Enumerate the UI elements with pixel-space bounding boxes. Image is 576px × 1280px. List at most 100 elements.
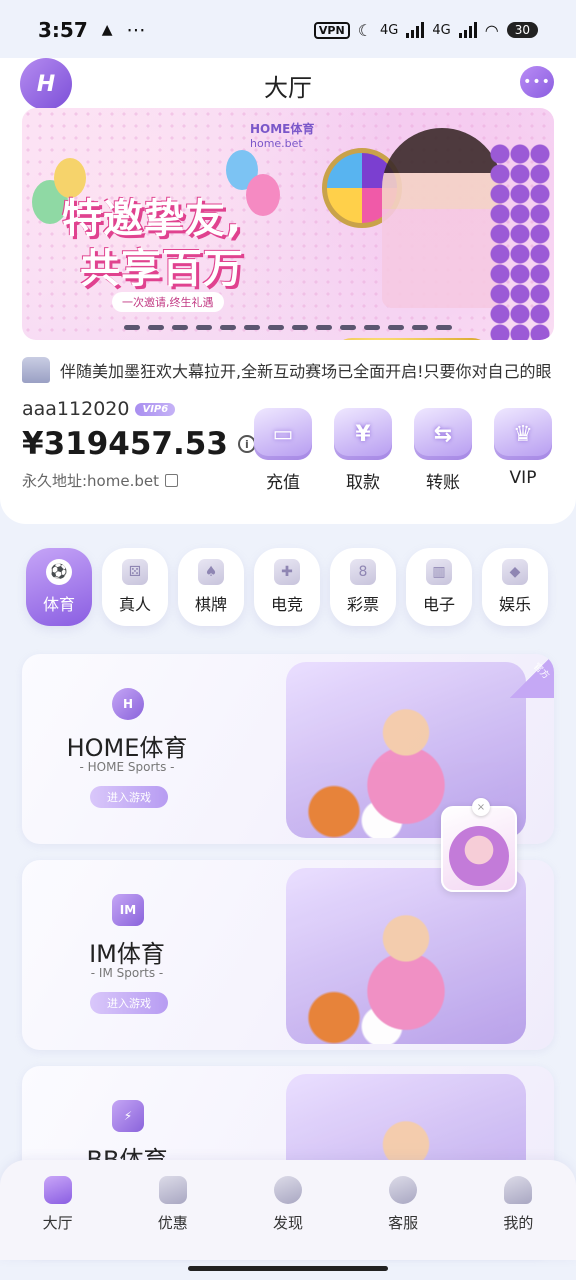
banner-pager[interactable]: [124, 325, 452, 330]
account-summary: aaa112020 VIP6 ¥319457.53 i 永久地址:home.be…: [22, 398, 256, 491]
tab-label: 娱乐: [498, 595, 531, 614]
battery-icon: 30: [506, 22, 538, 38]
tab-entertainment[interactable]: ◆ 娱乐: [482, 548, 548, 626]
vip-button[interactable]: ♛ VIP: [494, 408, 552, 493]
status-bar: 3:57 ▲ ⋯ VPN ☾ 4G 4G ◠ 30: [0, 0, 576, 60]
slot-machine-icon: ▥: [426, 559, 452, 585]
tab-lottery[interactable]: 8 彩票: [330, 548, 396, 626]
transfer-icon: ⇆: [414, 408, 472, 460]
deposit-button[interactable]: ▭ 充值: [254, 408, 312, 493]
enter-game-button[interactable]: 进入游戏: [90, 992, 168, 1014]
net-label-2: 4G: [432, 22, 451, 38]
vip-label: VIP: [509, 468, 537, 488]
net-label-1: 4G: [380, 22, 399, 38]
nav-promotions[interactable]: 优惠: [133, 1176, 213, 1260]
balance: ¥319457.53: [22, 426, 228, 462]
more-icon: ⋯: [126, 19, 146, 41]
vip-badge[interactable]: VIP6: [135, 402, 176, 416]
tab-label: 体育: [42, 595, 75, 614]
notice-marquee[interactable]: 伴随美加墨狂欢大幕拉开,全新互动赛场已全面开启!只要你对自己的眼: [22, 354, 556, 386]
banner-tagline: 一次邀请,终生礼遇: [112, 292, 224, 312]
notice-text: 伴随美加墨狂欢大幕拉开,全新互动赛场已全面开启!只要你对自己的眼: [60, 362, 552, 381]
transfer-button[interactable]: ⇆ 转账: [414, 408, 472, 493]
cat-app-icon: ▲: [101, 22, 113, 38]
promo-thumbnail: [449, 826, 509, 886]
lottery-ball-icon: 8: [350, 559, 376, 585]
banner-brand-url: home.bet: [250, 137, 303, 150]
game-name: HOME体育: [66, 734, 188, 762]
crown-icon: ♛: [494, 408, 552, 460]
chat-icon[interactable]: •••: [520, 66, 554, 98]
moon-icon: ☾: [357, 20, 373, 40]
nav-label: 优惠: [157, 1214, 188, 1232]
game-name: IM体育: [89, 940, 165, 968]
permanent-address: 永久地址:home.bet: [22, 472, 159, 490]
transfer-label: 转账: [426, 473, 460, 493]
gift-icon: [158, 1176, 187, 1204]
tab-label: 电子: [422, 595, 455, 614]
enter-game-button[interactable]: 进入游戏: [90, 786, 168, 808]
game-art: [286, 868, 526, 1044]
banner-headline-2: 共享百万: [80, 246, 244, 292]
card-icon: ♠: [198, 559, 224, 585]
vpn-badge: VPN: [313, 21, 350, 39]
gamepad-icon: ✚: [274, 559, 300, 585]
headset-icon: [389, 1176, 418, 1204]
nav-label: 发现: [272, 1214, 303, 1232]
gold-coins: [332, 338, 492, 340]
promo-banner[interactable]: HOME体育 home.bet 特邀挚友, 共享百万 一次邀请,终生礼遇: [22, 108, 554, 340]
withdraw-button[interactable]: ¥ 取款: [334, 408, 392, 493]
soccer-ball-icon: ⚽: [46, 559, 72, 585]
store-icon: [43, 1176, 72, 1204]
copy-icon[interactable]: [164, 474, 178, 487]
bb-logo-icon: ⚡: [112, 1100, 144, 1132]
page-title: 大厅: [264, 74, 312, 102]
shark-icon: ◆: [502, 559, 528, 585]
nav-label: 大厅: [42, 1214, 73, 1232]
wifi-icon: ◠: [484, 20, 499, 40]
tab-esports[interactable]: ✚ 电竞: [254, 548, 320, 626]
tab-label: 电竞: [270, 595, 303, 614]
tab-cards[interactable]: ♠ 棋牌: [178, 548, 244, 626]
balloon-cluster: [490, 144, 550, 340]
user-icon: [504, 1176, 533, 1204]
nav-label: 我的: [503, 1214, 534, 1232]
yen-icon: ¥: [334, 408, 392, 460]
floating-promo[interactable]: ×: [441, 798, 517, 892]
category-tabs: ⚽ 体育 ⚄ 真人 ♠ 棋牌 ✚ 电竞 8 彩票 ▥ 电子 ◆ 娱乐: [26, 548, 548, 626]
signal-icon-1: [406, 22, 425, 38]
banner-models: [382, 128, 502, 308]
globe-icon: [273, 1176, 302, 1204]
username: aaa112020: [22, 398, 130, 420]
nav-lobby[interactable]: 大厅: [18, 1176, 98, 1260]
nav-support[interactable]: 客服: [363, 1176, 443, 1260]
im-logo-icon: IM: [112, 894, 144, 926]
tab-live[interactable]: ⚄ 真人: [102, 548, 168, 626]
wallet-actions: ▭ 充值 ¥ 取款 ⇆ 转账 ♛ VIP: [254, 408, 552, 493]
nav-discover[interactable]: 发现: [248, 1176, 328, 1260]
wallet-icon: ▭: [254, 408, 312, 460]
bottom-nav: 大厅 优惠 发现 客服 我的: [0, 1160, 576, 1260]
game-subtitle: - HOME Sports -: [79, 760, 175, 774]
banner-brand: HOME体育 home.bet: [250, 120, 314, 150]
dice-icon: ⚄: [122, 559, 148, 585]
tab-label: 真人: [118, 595, 151, 614]
official-ribbon: 官方: [510, 654, 554, 698]
withdraw-label: 取款: [346, 473, 380, 493]
deposit-label: 充值: [266, 473, 300, 493]
top-card: H 大厅 ••• HOME体育 home.bet 特邀挚友, 共享百万 一次邀请…: [0, 58, 576, 524]
balloon-pink: [246, 174, 280, 216]
tab-label: 棋牌: [194, 595, 227, 614]
status-time: 3:57: [38, 18, 88, 42]
tab-sports[interactable]: ⚽ 体育: [26, 548, 92, 626]
signal-icon-2: [458, 22, 477, 38]
tab-label: 彩票: [346, 595, 379, 614]
game-subtitle: - IM Sports -: [90, 966, 164, 980]
home-indicator[interactable]: [188, 1266, 388, 1271]
bell-icon: [22, 357, 50, 383]
home-logo-icon: H: [112, 688, 144, 720]
close-icon[interactable]: ×: [472, 798, 490, 816]
tab-slots[interactable]: ▥ 电子: [406, 548, 472, 626]
banner-brand-name: HOME体育: [250, 122, 315, 136]
nav-profile[interactable]: 我的: [478, 1176, 558, 1260]
